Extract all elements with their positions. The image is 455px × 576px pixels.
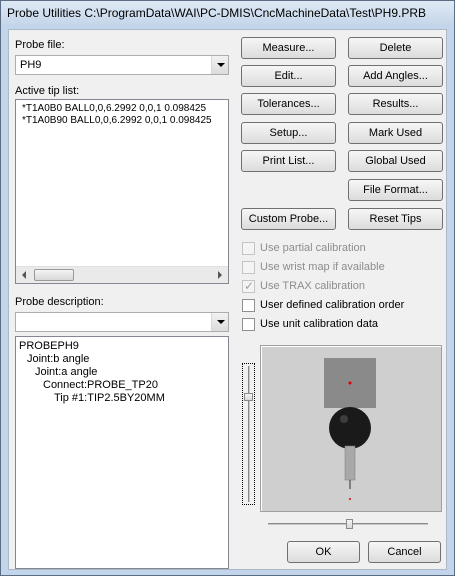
tree-node-tip[interactable]: Tip #1:TIP2.5BY20MM [54, 392, 165, 404]
tree-node-joint-b[interactable]: Joint:b angle [27, 353, 89, 365]
print-list-button[interactable]: Print List... [241, 150, 336, 172]
delete-button[interactable]: Delete [348, 37, 443, 59]
slider-thumb[interactable] [244, 393, 253, 401]
window-title: Probe Utilities C:\ProgramData\WAI\PC-DM… [7, 6, 427, 20]
vertical-rotation-slider[interactable] [242, 363, 255, 505]
probe-file-label: Probe file: [15, 39, 65, 51]
scroll-thumb[interactable] [34, 269, 74, 281]
horizontal-rotation-slider[interactable] [268, 519, 428, 530]
user-defined-order-checkbox[interactable]: User defined calibration order [242, 298, 442, 314]
probe-utilities-window: Probe Utilities C:\ProgramData\WAI\PC-DM… [0, 0, 455, 576]
probe-file-value: PH9 [20, 59, 42, 71]
chevron-down-icon[interactable] [211, 56, 228, 74]
partial-calibration-checkbox[interactable]: Use partial calibration [242, 241, 442, 257]
results-button[interactable]: Results... [348, 93, 443, 115]
file-format-button[interactable]: File Format... [348, 179, 443, 201]
checkbox-box[interactable]: ✓ [242, 279, 255, 293]
measure-button[interactable]: Measure... [241, 37, 336, 59]
probe-graphic [324, 358, 376, 500]
probe-stylus-shape [344, 445, 356, 481]
scroll-right-icon[interactable] [211, 267, 228, 283]
probe-head-marker [348, 381, 352, 385]
mark-used-button[interactable]: Mark Used [348, 122, 443, 144]
wrist-map-checkbox[interactable]: Use wrist map if available [242, 260, 442, 276]
trax-calibration-label: Use TRAX calibration [260, 280, 365, 292]
probe-ball-shape [329, 407, 371, 449]
global-used-button[interactable]: Global Used [348, 150, 443, 172]
cancel-button[interactable]: Cancel [368, 541, 441, 563]
chevron-down-icon[interactable] [211, 313, 228, 331]
probe-tip-marker [349, 498, 351, 500]
trax-calibration-checkbox[interactable]: ✓ Use TRAX calibration [242, 279, 442, 295]
checkmark-icon: ✓ [244, 279, 255, 293]
checkbox-box[interactable] [242, 261, 255, 274]
slider-thumb[interactable] [346, 519, 353, 529]
ok-button[interactable]: OK [287, 541, 360, 563]
tip-list-horizontal-scrollbar[interactable] [16, 266, 228, 283]
tree-node-connect[interactable]: Connect:PROBE_TP20 [43, 379, 158, 391]
tree-node-probe[interactable]: PROBEPH9 [19, 340, 79, 352]
tolerances-button[interactable]: Tolerances... [241, 93, 336, 115]
wrist-map-label: Use wrist map if available [260, 261, 385, 273]
add-angles-button[interactable]: Add Angles... [348, 65, 443, 87]
tip-list-item[interactable]: *T1A0B90 BALL0,0,6.2992 0,0,1 0.098425 [22, 115, 212, 127]
user-defined-order-label: User defined calibration order [260, 299, 405, 311]
custom-probe-button[interactable]: Custom Probe... [241, 208, 336, 230]
active-tip-list-label: Active tip list: [15, 85, 80, 97]
probe-preview[interactable] [260, 345, 442, 512]
active-tip-listbox[interactable]: *T1A0B0 BALL0,0,6.2992 0,0,1 0.098425 *T… [15, 99, 229, 284]
edit-button[interactable]: Edit... [241, 65, 336, 87]
unit-calibration-checkbox[interactable]: Use unit calibration data [242, 317, 442, 333]
probe-description-tree[interactable]: PROBEPH9 Joint:b angle Joint:a angle Con… [15, 336, 229, 569]
reset-tips-button[interactable]: Reset Tips [348, 208, 443, 230]
checkbox-box[interactable] [242, 318, 255, 331]
checkbox-box[interactable] [242, 299, 255, 312]
scroll-left-icon[interactable] [16, 267, 33, 283]
unit-calibration-label: Use unit calibration data [260, 318, 379, 330]
checkbox-box[interactable] [242, 242, 255, 255]
tip-list-item[interactable]: *T1A0B0 BALL0,0,6.2992 0,0,1 0.098425 [22, 103, 212, 115]
probe-file-combo[interactable]: PH9 [15, 55, 229, 75]
title-bar[interactable]: Probe Utilities C:\ProgramData\WAI\PC-DM… [1, 1, 454, 25]
probe-description-combo[interactable] [15, 312, 229, 332]
partial-calibration-label: Use partial calibration [260, 242, 366, 254]
probe-description-label: Probe description: [15, 296, 104, 308]
dialog-body: Probe file: PH9 Active tip list: *T1A0B0… [8, 29, 447, 570]
setup-button[interactable]: Setup... [241, 122, 336, 144]
tree-node-joint-a[interactable]: Joint:a angle [35, 366, 97, 378]
